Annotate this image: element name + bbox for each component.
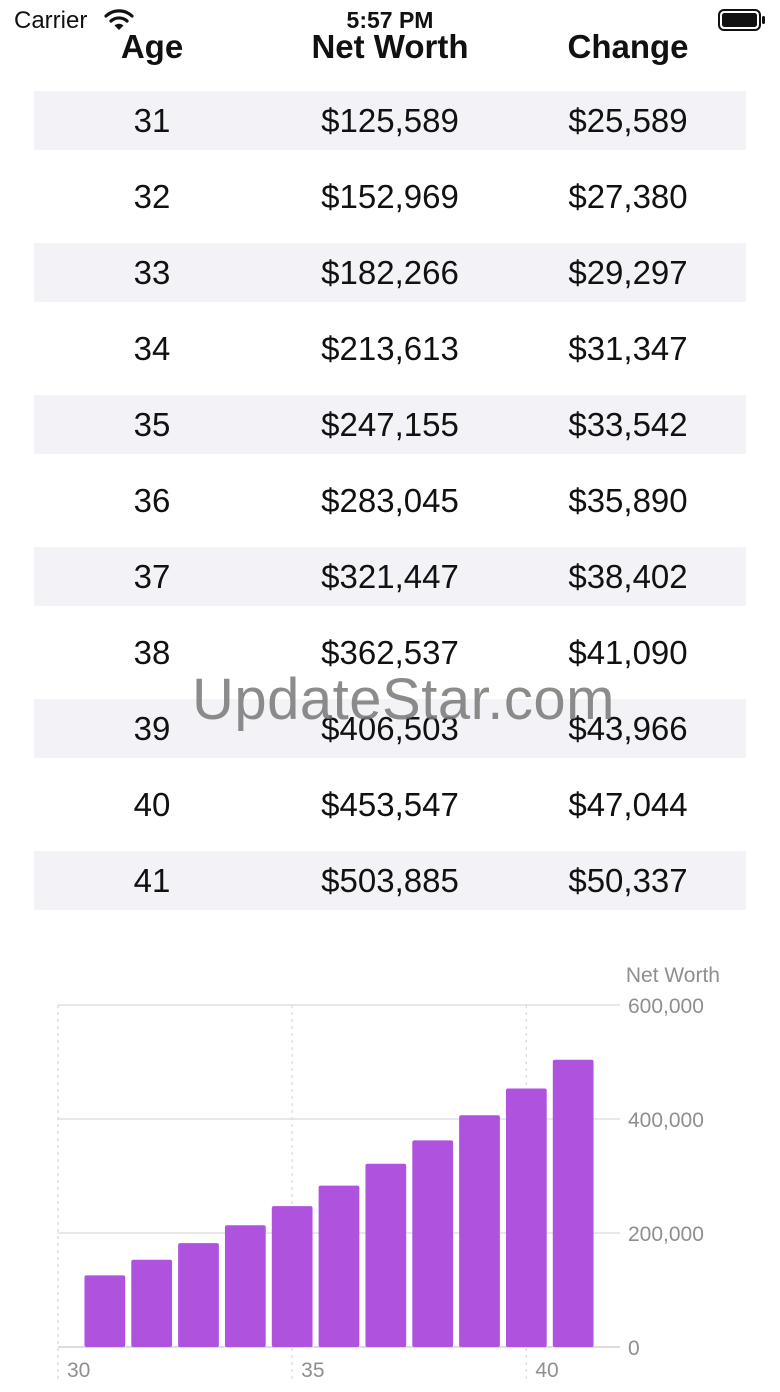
chart-bar (318, 1185, 360, 1347)
chart-bar (412, 1140, 454, 1347)
y-tick-label: 400,000 (628, 1109, 704, 1132)
table-row: 40 $453,547 $47,044 (34, 775, 746, 834)
cell-net-worth: $152,969 (321, 178, 459, 215)
table-row: 32 $152,969 $27,380 (34, 167, 746, 226)
cell-change: $50,337 (568, 862, 688, 899)
cell-net-worth: $213,613 (321, 330, 459, 367)
x-tick-label: 35 (301, 1359, 324, 1382)
cell-age: 41 (133, 862, 171, 899)
net-worth-chart: 0 200,000 400,000 600,000 30 35 40 Net Worth (0, 950, 780, 1387)
chart-bar (505, 1088, 547, 1347)
header-change: Change (567, 28, 689, 65)
table-row: 31 $125,589 $25,589 (34, 91, 746, 150)
x-tick-label: 30 (67, 1359, 90, 1382)
cell-age: 37 (133, 558, 171, 595)
table-row: 35 $247,155 $33,542 (34, 395, 746, 454)
cell-change: $25,589 (568, 102, 688, 139)
y-tick-label: 200,000 (628, 1223, 704, 1246)
cell-change: $29,297 (568, 254, 688, 291)
header-net-worth: Net Worth (311, 28, 469, 65)
bar-chart-svg: 0 200,000 400,000 600,000 30 35 40 Net Worth (57, 964, 720, 1383)
cell-age: 34 (133, 330, 171, 367)
chart-bar (224, 1225, 266, 1347)
cell-age: 32 (133, 178, 171, 215)
watermark-text: UpdateStar.com (192, 667, 615, 732)
cell-net-worth: $503,885 (321, 862, 459, 899)
cell-age: 36 (133, 482, 171, 519)
table-row: 33 $182,266 $29,297 (34, 243, 746, 302)
cell-age: 35 (133, 406, 171, 443)
cell-change: $27,380 (568, 178, 688, 215)
net-worth-table: 31 $125,589 $25,589 32 $152,969 $27,380 … (34, 91, 746, 927)
cell-change: $47,044 (568, 786, 688, 823)
chart-bar (84, 1275, 126, 1347)
table-row: 41 $503,885 $50,337 (34, 851, 746, 910)
y-tick-label: 0 (628, 1337, 640, 1360)
y-axis-title: Net Worth (626, 964, 720, 987)
cell-change: $33,542 (568, 406, 688, 443)
cell-change: $31,347 (568, 330, 688, 367)
chart-bar (271, 1206, 313, 1347)
cell-age: 31 (133, 102, 171, 139)
table-row: 36 $283,045 $35,890 (34, 471, 746, 530)
x-tick-label: 40 (535, 1359, 558, 1382)
cell-net-worth: $453,547 (321, 786, 459, 823)
header-age: Age (120, 28, 184, 65)
cell-net-worth: $321,447 (321, 558, 459, 595)
chart-bar (459, 1115, 500, 1347)
cell-age: 33 (133, 254, 171, 291)
cell-change: $35,890 (568, 482, 688, 519)
table-row: 34 $213,613 $31,347 (34, 319, 746, 378)
cell-net-worth: $283,045 (321, 482, 459, 519)
chart-bar (365, 1163, 407, 1347)
cell-age: 40 (133, 786, 171, 823)
y-tick-label: 600,000 (628, 995, 704, 1018)
cell-net-worth: $247,155 (321, 406, 459, 443)
cell-net-worth: $125,589 (321, 102, 459, 139)
table-row: 37 $321,447 $38,402 (34, 547, 746, 606)
chart-bar (178, 1243, 219, 1347)
chart-bar (552, 1059, 594, 1347)
chart-bar (131, 1259, 173, 1347)
cell-net-worth: $182,266 (321, 254, 459, 291)
cell-change: $38,402 (568, 558, 688, 595)
